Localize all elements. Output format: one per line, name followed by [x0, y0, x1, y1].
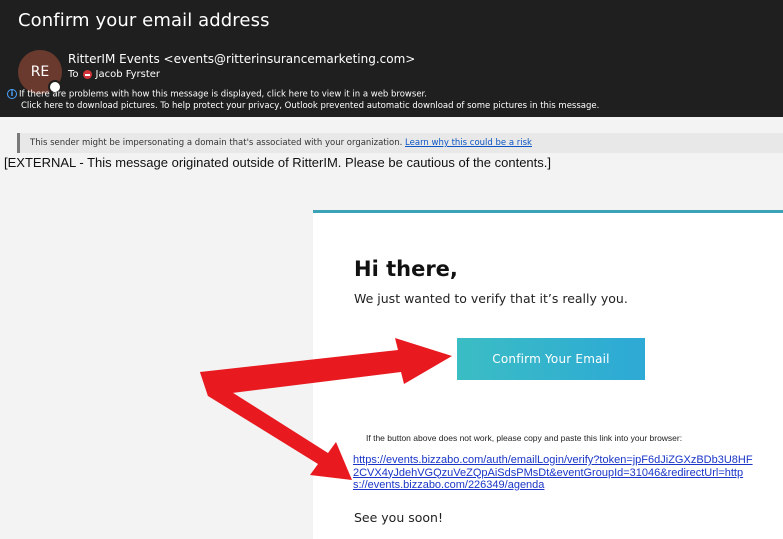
fallback-note: If the button above does not work, pleas… [366, 433, 683, 443]
verify-link[interactable]: https://events.bizzabo.com/auth/emailLog… [353, 454, 753, 492]
impersonation-warning: This sender might be impersonating a dom… [17, 133, 783, 153]
recipient-line: To Jacob Fyrster [68, 69, 160, 80]
greeting-heading: Hi there, [354, 257, 458, 281]
warning-text: This sender might be impersonating a dom… [30, 138, 403, 148]
to-label: To [68, 69, 79, 80]
message-header: Confirm your email address RE RitterIM E… [0, 0, 783, 117]
info-icon: i [7, 89, 17, 99]
blocked-status-icon [82, 70, 92, 79]
verify-text: We just wanted to verify that it’s reall… [354, 291, 628, 306]
email-subject: Confirm your email address [18, 10, 270, 31]
info-bar[interactable]: i If there are problems with how this mes… [7, 89, 599, 112]
learn-why-link[interactable]: Learn why this could be a risk [405, 138, 532, 148]
sender-address[interactable]: RitterIM Events <events@ritterinsurancem… [68, 52, 415, 66]
confirm-email-button[interactable]: Confirm Your Email [457, 338, 645, 380]
download-pictures-text[interactable]: Click here to download pictures. To help… [7, 101, 599, 111]
recipient-name[interactable]: Jacob Fyrster [96, 69, 160, 80]
signoff-text: See you soon! [354, 510, 443, 525]
external-notice: [EXTERNAL - This message originated outs… [4, 155, 551, 170]
display-problem-text[interactable]: If there are problems with how this mess… [19, 90, 427, 100]
email-card: Hi there, We just wanted to verify that … [313, 210, 783, 539]
